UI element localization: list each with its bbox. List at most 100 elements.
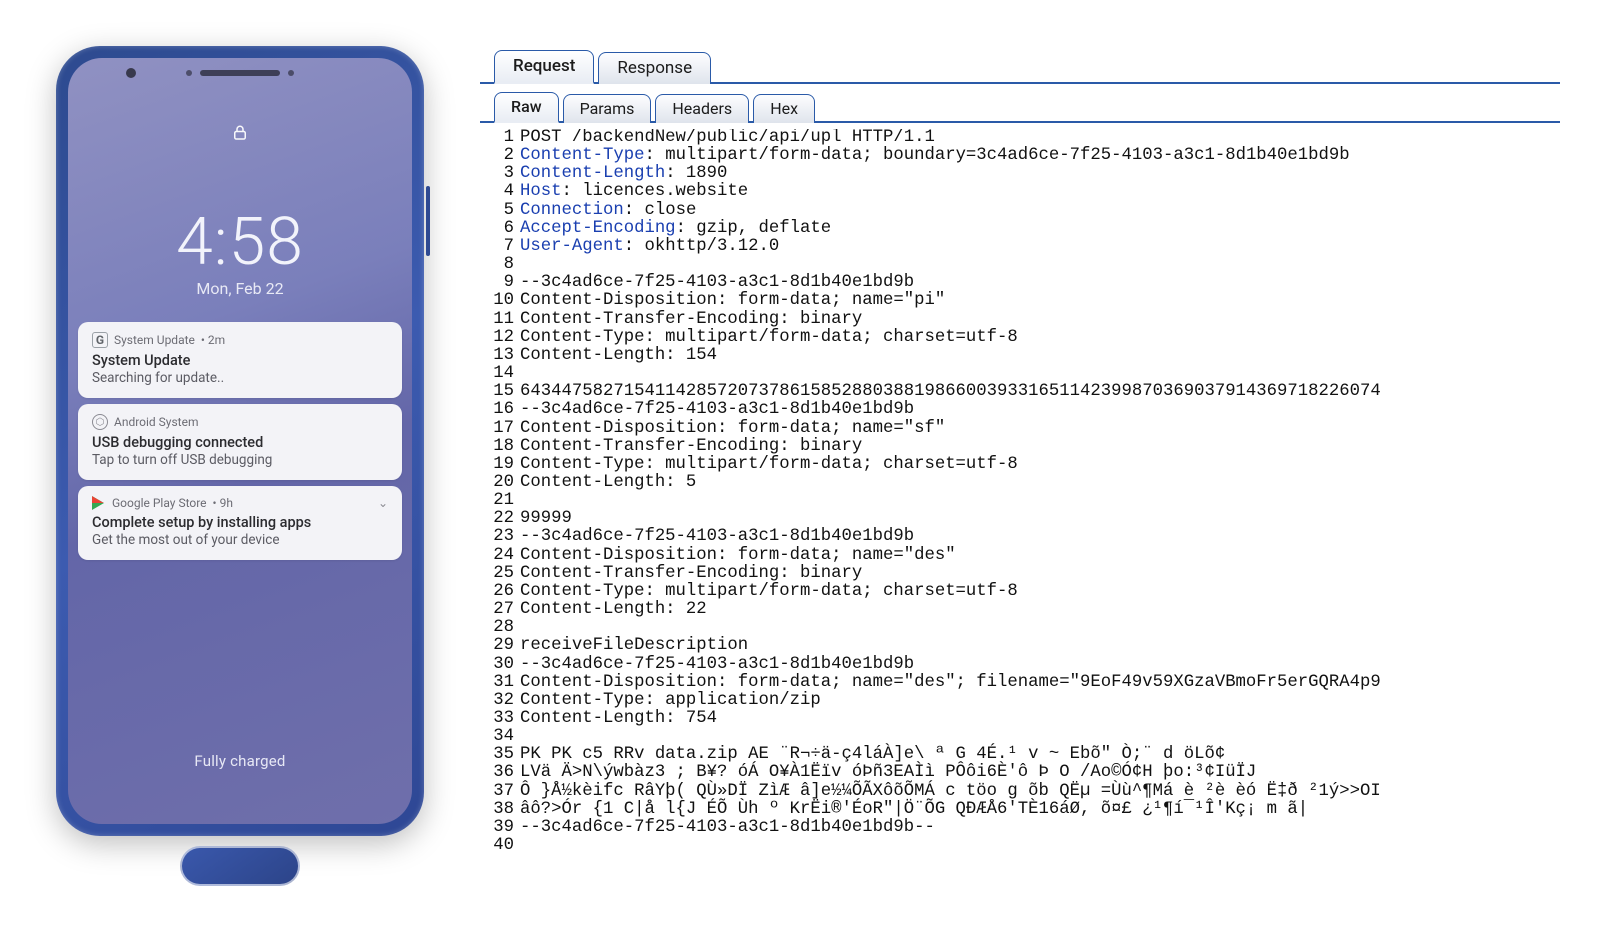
code-line: 3Content-Length: 1890	[480, 165, 1560, 183]
line-number: 1	[480, 129, 520, 147]
http-header-name: User-Agent	[520, 237, 624, 256]
notif-app: System Update	[114, 333, 195, 347]
primary-tabs: Request Response	[480, 48, 1560, 84]
line-number: 12	[480, 329, 520, 347]
tab-headers[interactable]: Headers	[655, 94, 749, 123]
chevron-down-icon[interactable]: ⌄	[378, 496, 388, 510]
line-text: Content-Type: multipart/form-data; bound…	[520, 147, 1350, 165]
code-line: 11Content-Transfer-Encoding: binary	[480, 311, 1560, 329]
line-number: 9	[480, 274, 520, 292]
code-line: 32Content-Type: application/zip	[480, 692, 1560, 710]
code-line: 33Content-Length: 754	[480, 710, 1560, 728]
line-number: 31	[480, 674, 520, 692]
line-text: --3c4ad6ce-7f25-4103-a3c1-8d1b40e1bd9b	[520, 274, 914, 292]
lock-icon	[68, 124, 412, 146]
code-line: 28	[480, 619, 1560, 637]
line-text: --3c4ad6ce-7f25-4103-a3c1-8d1b40e1bd9b	[520, 528, 914, 546]
line-number: 26	[480, 583, 520, 601]
code-line: 7User-Agent: okhttp/3.12.0	[480, 238, 1560, 256]
line-text: Content-Type: multipart/form-data; chars…	[520, 329, 1018, 347]
notif-age: 2m	[201, 333, 225, 347]
tab-response[interactable]: Response	[598, 52, 711, 84]
line-text	[520, 492, 530, 510]
code-line: 29receiveFileDescription	[480, 637, 1560, 655]
tab-request[interactable]: Request	[494, 50, 594, 84]
code-line: 23--3c4ad6ce-7f25-4103-a3c1-8d1b40e1bd9b	[480, 528, 1560, 546]
line-number: 3	[480, 165, 520, 183]
code-line: 27Content-Length: 22	[480, 601, 1560, 619]
code-line: 13Content-Length: 154	[480, 347, 1560, 365]
code-line: 9--3c4ad6ce-7f25-4103-a3c1-8d1b40e1bd9b	[480, 274, 1560, 292]
code-line: 39--3c4ad6ce-7f25-4103-a3c1-8d1b40e1bd9b…	[480, 819, 1560, 837]
notif-sub: Tap to turn off USB debugging	[92, 452, 388, 468]
line-number: 21	[480, 492, 520, 510]
notif-app: Android System	[114, 415, 199, 429]
line-text: --3c4ad6ce-7f25-4103-a3c1-8d1b40e1bd9b	[520, 656, 914, 674]
code-line: 14	[480, 365, 1560, 383]
line-number: 32	[480, 692, 520, 710]
tab-params[interactable]: Params	[563, 94, 652, 123]
code-line: 34	[480, 728, 1560, 746]
line-text: LVä Ä>N\ýwbàz3 ; B¥? óÁ O¥À1Ëïv óÞñ3EAÌì…	[520, 764, 1256, 782]
tab-hex[interactable]: Hex	[753, 94, 815, 123]
line-text: --3c4ad6ce-7f25-4103-a3c1-8d1b40e1bd9b--	[520, 819, 935, 837]
google-g-icon: G	[92, 332, 108, 348]
battery-status: Fully charged	[68, 752, 412, 770]
line-text: âô?>Ór {1 C|å l{J ÉÕ Ùh º KrËi®'ÉoR"|Ö¨Õ…	[520, 801, 1308, 819]
notif-age: 9h	[213, 496, 233, 510]
line-number: 13	[480, 347, 520, 365]
code-line: 4Host: licences.website	[480, 183, 1560, 201]
code-line: 10Content-Disposition: form-data; name="…	[480, 292, 1560, 310]
lockscreen-time: 4:58	[68, 204, 412, 281]
android-system-icon: ⬡	[92, 414, 108, 430]
line-number: 24	[480, 547, 520, 565]
line-text: Content-Disposition: form-data; name="de…	[520, 674, 1381, 692]
code-line: 2299999	[480, 510, 1560, 528]
line-text	[520, 619, 530, 637]
notification-card[interactable]: G System Update 2m System Update Searchi…	[78, 322, 402, 398]
tab-raw[interactable]: Raw	[494, 92, 559, 123]
line-text: receiveFileDescription	[520, 637, 748, 655]
code-line: 6Accept-Encoding: gzip, deflate	[480, 220, 1560, 238]
notif-app: Google Play Store	[112, 496, 207, 510]
line-text: Content-Disposition: form-data; name="sf…	[520, 420, 945, 438]
code-line: 31Content-Disposition: form-data; name="…	[480, 674, 1560, 692]
code-line: 17Content-Disposition: form-data; name="…	[480, 420, 1560, 438]
line-text: Content-Length: 5	[520, 474, 696, 492]
code-line: 38âô?>Ór {1 C|å l{J ÉÕ Ùh º KrËi®'ÉoR"|Ö…	[480, 801, 1560, 819]
line-number: 35	[480, 746, 520, 764]
secondary-tabs: Raw Params Headers Hex	[480, 90, 1560, 123]
code-line: 20Content-Length: 5	[480, 474, 1560, 492]
line-text	[520, 256, 530, 274]
notif-title: Complete setup by installing apps	[92, 514, 388, 531]
raw-request-view[interactable]: 1POST /backendNew/public/api/upl HTTP/1.…	[480, 129, 1560, 855]
line-number: 11	[480, 311, 520, 329]
line-number: 23	[480, 528, 520, 546]
lockscreen-date: Mon, Feb 22	[68, 279, 412, 298]
line-number: 4	[480, 183, 520, 201]
notification-card[interactable]: Google Play Store 9h ⌄ Complete setup by…	[78, 486, 402, 560]
code-line: 19Content-Type: multipart/form-data; cha…	[480, 456, 1560, 474]
code-line: 18Content-Transfer-Encoding: binary	[480, 438, 1560, 456]
notification-card[interactable]: ⬡ Android System USB debugging connected…	[78, 404, 402, 480]
line-number: 17	[480, 420, 520, 438]
line-text: Content-Length: 754	[520, 710, 717, 728]
line-number: 5	[480, 202, 520, 220]
phone-screen: 4:58 Mon, Feb 22 G System Update 2m Syst…	[68, 58, 412, 824]
line-number: 7	[480, 238, 520, 256]
line-text: PK PK c5 RRv data.zip AE ¨R¬÷ä-ç4láÀ]e\ …	[520, 746, 1225, 764]
code-line: 30--3c4ad6ce-7f25-4103-a3c1-8d1b40e1bd9b	[480, 656, 1560, 674]
line-text: Content-Disposition: form-data; name="de…	[520, 547, 956, 565]
line-text: Accept-Encoding: gzip, deflate	[520, 220, 831, 238]
http-inspector: Request Response Raw Params Headers Hex …	[480, 40, 1560, 855]
line-text: Content-Transfer-Encoding: binary	[520, 565, 862, 583]
line-number: 28	[480, 619, 520, 637]
notif-title: System Update	[92, 352, 388, 369]
line-number: 8	[480, 256, 520, 274]
home-button[interactable]	[180, 846, 300, 886]
code-line: 40	[480, 837, 1560, 855]
line-number: 16	[480, 401, 520, 419]
line-number: 18	[480, 438, 520, 456]
line-text: User-Agent: okhttp/3.12.0	[520, 238, 779, 256]
line-number: 29	[480, 637, 520, 655]
